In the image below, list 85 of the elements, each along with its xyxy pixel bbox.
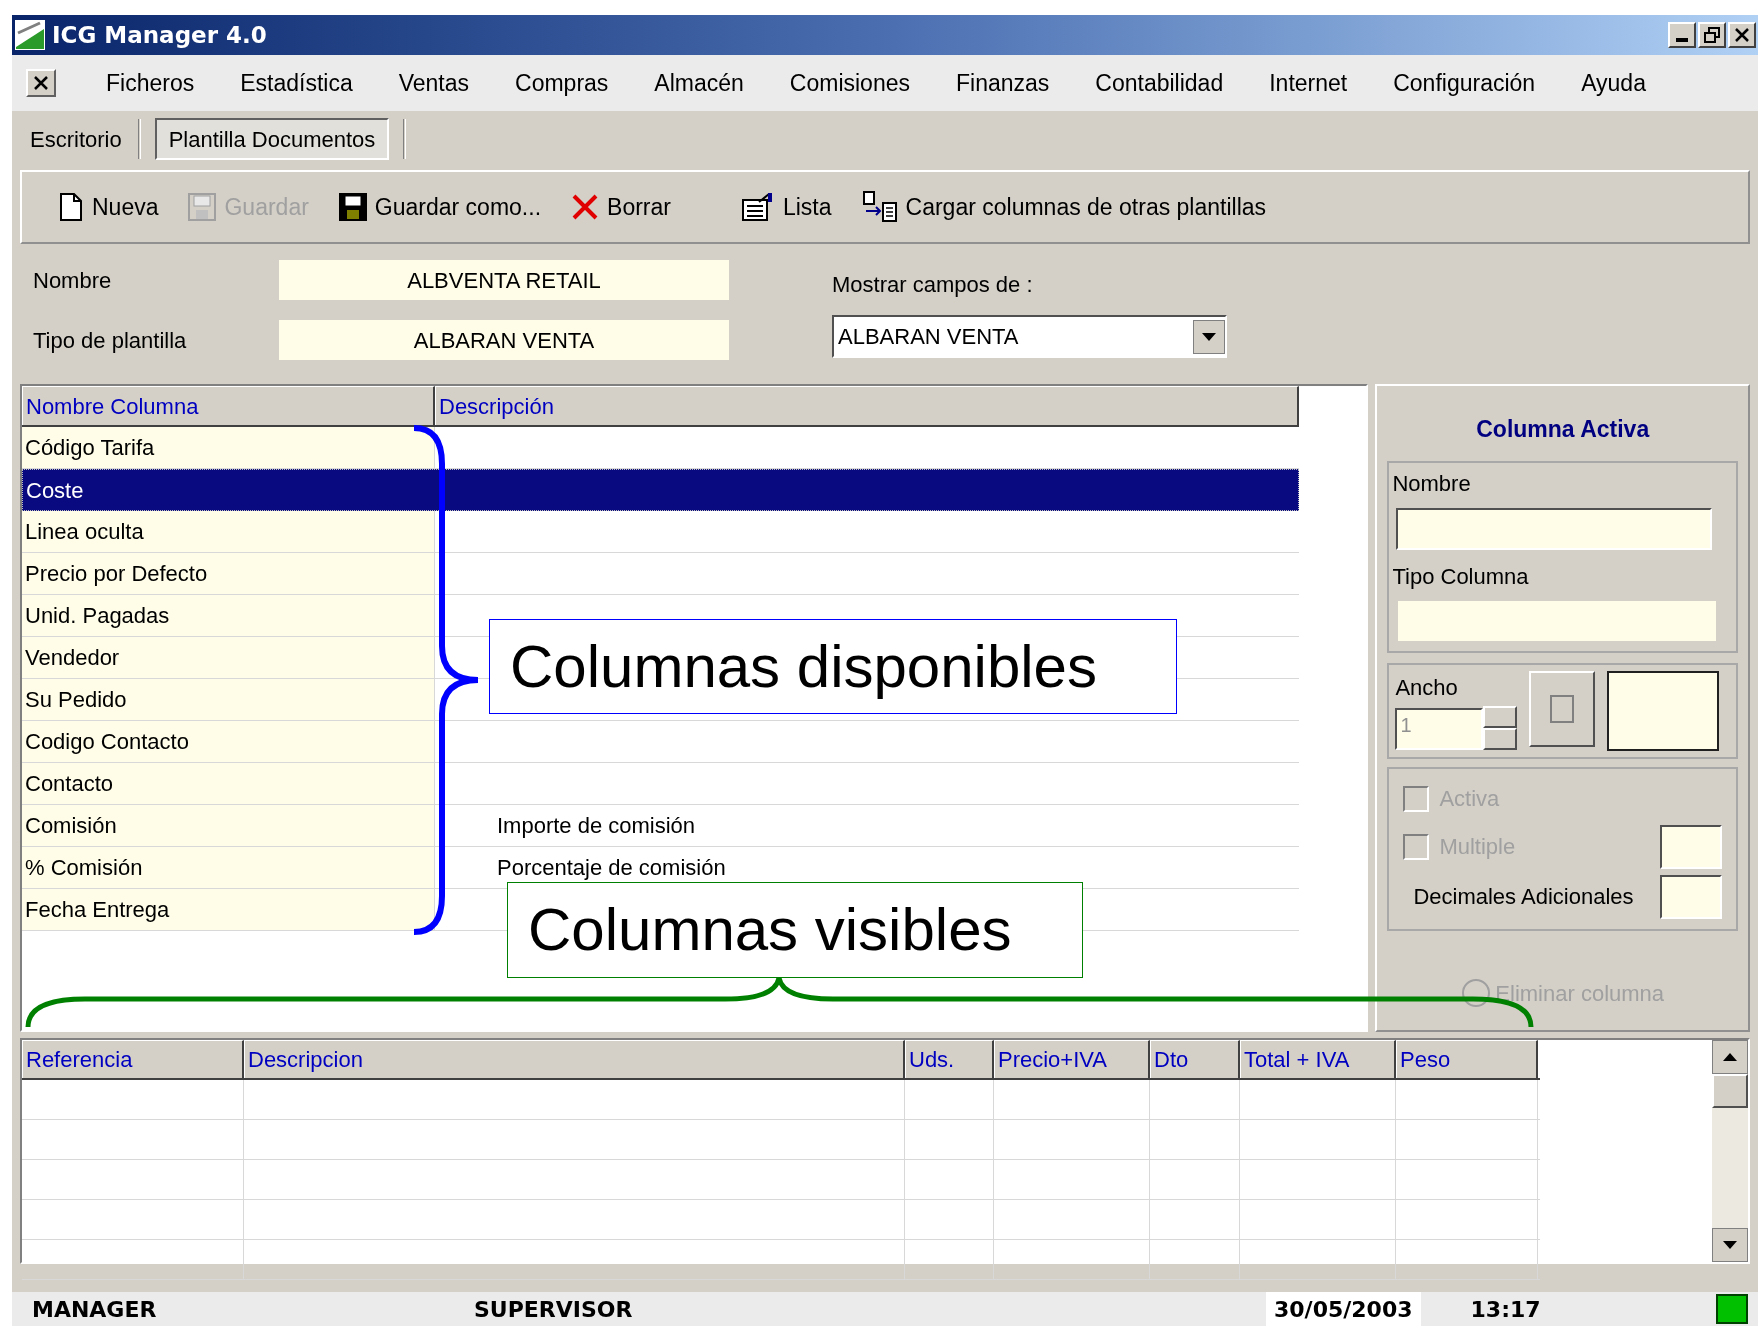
column-header[interactable]: Uds.	[905, 1040, 994, 1078]
table-cell[interactable]: Su Pedido	[22, 679, 435, 720]
menu-item[interactable]: Compras	[515, 65, 609, 101]
column-header[interactable]: Precio+IVA	[994, 1040, 1150, 1078]
scrollbar[interactable]	[1712, 1040, 1748, 1262]
table-cell[interactable]: Comisión	[22, 805, 435, 846]
table-cell[interactable]: Vendedor	[22, 637, 435, 678]
menu-item[interactable]: Ventas	[398, 65, 470, 101]
app-logo-icon	[14, 19, 46, 51]
dropdown[interactable]: ALBARAN VENTA	[832, 315, 1227, 358]
scroll-thumb[interactable]	[1712, 1074, 1748, 1108]
column-header[interactable]: Total + IVA	[1240, 1040, 1396, 1078]
input-field[interactable]	[1660, 874, 1722, 919]
status-user: MANAGER	[32, 1295, 158, 1324]
column-header[interactable]: Peso	[1396, 1040, 1538, 1078]
status-date: 30/05/2003	[1266, 1292, 1421, 1326]
restore-button[interactable]	[1698, 22, 1726, 48]
column-header[interactable]: Nombre Columna	[22, 386, 435, 425]
table-cell[interactable]: Coste	[23, 470, 436, 510]
field-label: Nombre	[32, 266, 113, 295]
status-role: SUPERVISOR	[474, 1295, 634, 1324]
status-light-icon	[1716, 1294, 1748, 1324]
close-button[interactable]	[1728, 22, 1756, 48]
field-label: Tipo de plantilla	[32, 326, 188, 355]
callout-box: Columnas disponibles	[489, 619, 1177, 714]
table-cell[interactable]: Contacto	[22, 763, 435, 804]
window-title: ICG Manager 4.0	[52, 20, 267, 50]
load-columns-icon	[861, 191, 898, 223]
toolbar-button[interactable]: Cargar columnas de otras plantillas	[861, 189, 1267, 225]
toolbar-button[interactable]: Nueva	[58, 189, 159, 225]
menu-item[interactable]: Ficheros	[106, 65, 195, 101]
table-cell[interactable]: Fecha Entrega	[22, 889, 435, 930]
panel-title: Columna Activa	[1476, 415, 1650, 444]
menu-item[interactable]: Almacén	[654, 65, 744, 101]
menu-item[interactable]: Contabilidad	[1095, 65, 1224, 101]
close-document-button[interactable]	[26, 69, 56, 97]
menu-item[interactable]: Comisiones	[789, 65, 910, 101]
toolbar-button[interactable]: Guardar como...	[338, 189, 542, 225]
column-header[interactable]: Descripción	[435, 386, 1299, 425]
table-cell[interactable]: Código Tarifa	[22, 427, 435, 468]
status-time: 13:17	[1470, 1295, 1541, 1324]
x-icon	[571, 193, 600, 221]
restore-icon	[1704, 27, 1720, 43]
minimize-button[interactable]	[1668, 22, 1696, 48]
minimize-icon	[1676, 38, 1688, 42]
menu-item[interactable]: Finanzas	[956, 65, 1050, 101]
square-icon	[1550, 694, 1575, 723]
tab[interactable]: Escritorio	[28, 118, 124, 160]
menu-item[interactable]: Configuración	[1393, 65, 1536, 101]
field-label: Mostrar campos de :	[832, 271, 1034, 299]
close-icon	[34, 76, 48, 90]
column-header[interactable]: Descripcion	[244, 1040, 905, 1078]
toolbar-button[interactable]: Borrar	[571, 189, 671, 225]
tab[interactable]: Plantilla Documentos	[154, 118, 390, 160]
selection-highlight[interactable]: Coste	[22, 469, 1299, 511]
callout-box: Columnas visibles	[507, 882, 1083, 978]
field-label: Nombre	[1392, 469, 1472, 498]
input-field[interactable]	[1660, 824, 1722, 869]
column-header[interactable]: Referencia	[22, 1040, 244, 1078]
table-cell[interactable]: Linea oculta	[22, 511, 435, 552]
circle-icon	[1461, 978, 1492, 1008]
toolbar-button[interactable]: Lista	[740, 189, 832, 225]
field-label: Decimales Adicionales	[1413, 883, 1634, 911]
list-icon	[740, 192, 775, 222]
table-cell[interactable]: Codigo Contacto	[22, 721, 435, 762]
field-label: Tipo Columna	[1392, 562, 1530, 591]
table-cell-text: Porcentaje de comisión	[496, 854, 727, 882]
menu-item[interactable]: Internet	[1269, 65, 1348, 101]
table-cell-text: Importe de comisión	[496, 812, 697, 840]
input-field[interactable]: ALBARAN VENTA	[279, 320, 729, 360]
menu-item[interactable]: Ayuda	[1581, 65, 1646, 101]
input-field[interactable]	[1398, 600, 1717, 641]
input-field[interactable]	[1396, 507, 1713, 550]
table-cell[interactable]: % Comisión	[22, 847, 435, 888]
field-label: Ancho	[1395, 673, 1459, 702]
color-button[interactable]	[1529, 670, 1596, 747]
table-cell[interactable]: Precio por Defecto	[22, 553, 435, 594]
page-icon	[58, 193, 84, 221]
table-cell[interactable]: Unid. Pagadas	[22, 595, 435, 636]
spin-up-button[interactable]	[1483, 705, 1518, 728]
input-field[interactable]: ALBVENTA RETAIL	[279, 260, 729, 300]
column-header[interactable]: Dto	[1150, 1040, 1240, 1078]
spin-down-button[interactable]	[1483, 727, 1518, 750]
menu-item[interactable]: Estadística	[240, 65, 353, 101]
close-icon	[1735, 28, 1749, 42]
